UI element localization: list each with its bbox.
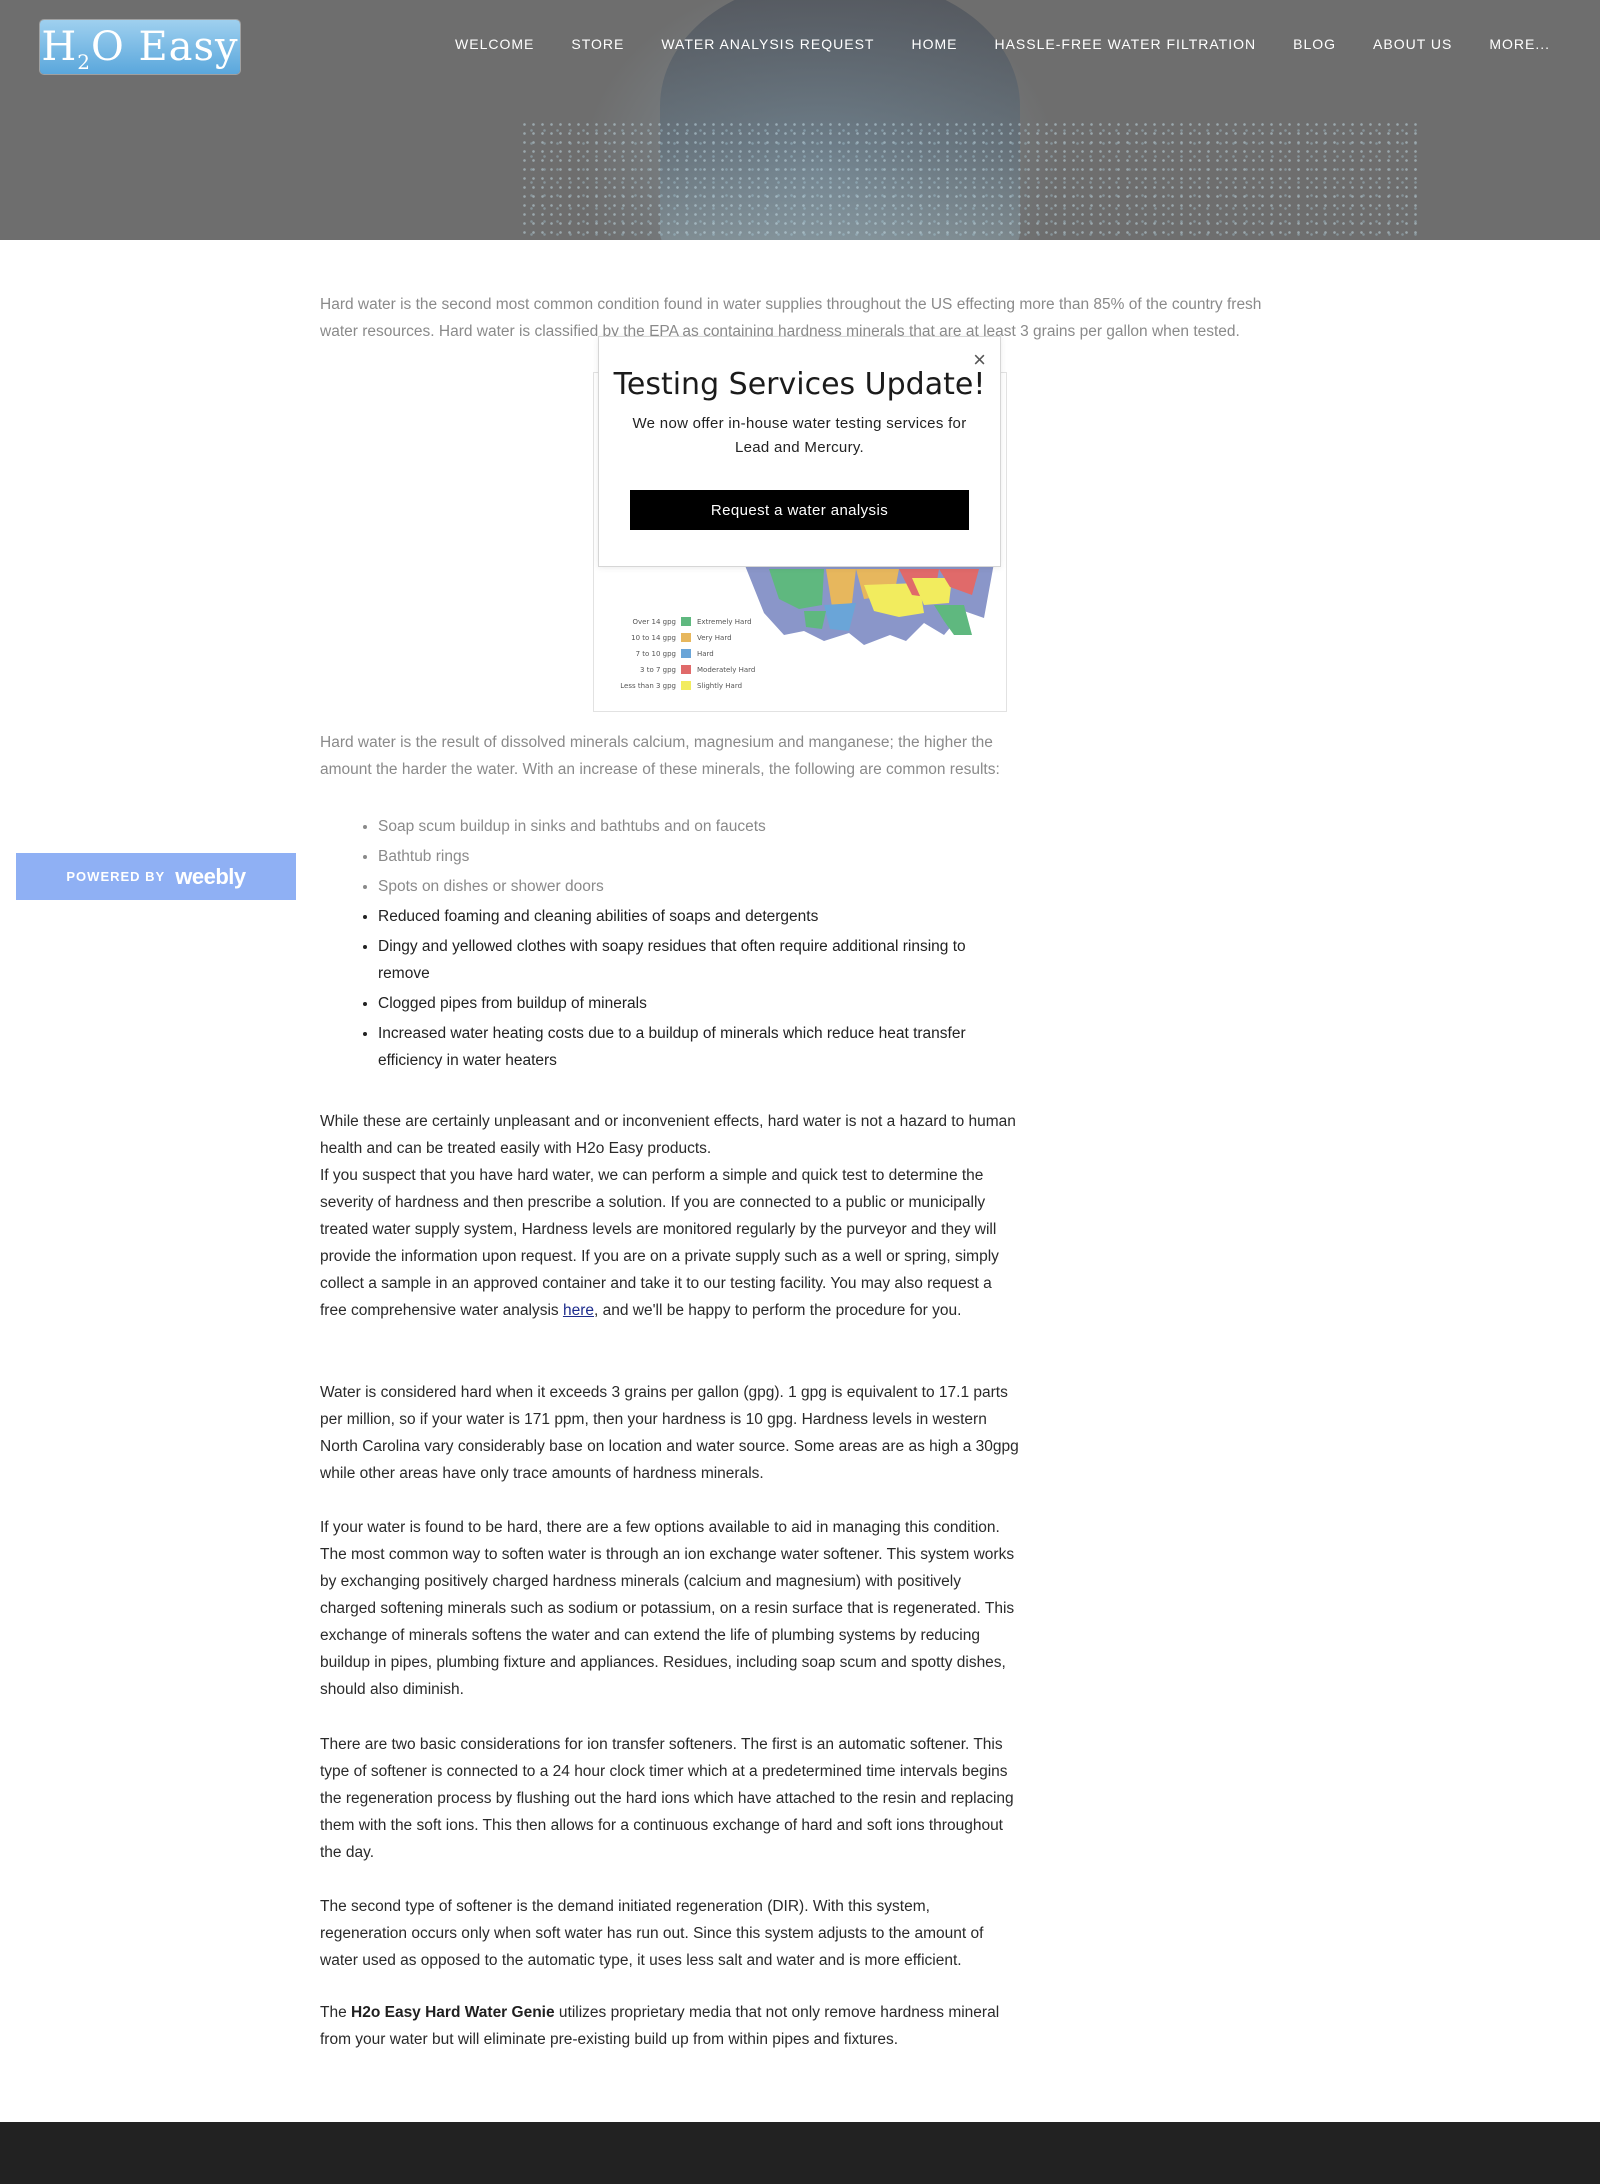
- legend-swatch: [681, 665, 691, 674]
- health-paragraph: While these are certainly unpleasant and…: [320, 1113, 1016, 1157]
- hero-banner: H2O Easy WELCOME STORE WATER ANALYSIS RE…: [0, 0, 1600, 240]
- site-logo[interactable]: H2O Easy: [40, 20, 240, 74]
- nav-home[interactable]: HOME: [911, 36, 957, 52]
- softener-paragraph: If your water is found to be hard, there…: [320, 1519, 1015, 1698]
- legend-swatch: [681, 681, 691, 690]
- list-item: Increased water heating costs due to a b…: [378, 1020, 1018, 1074]
- hard-water-effects-list: Soap scum buildup in sinks and bathtubs …: [358, 813, 1018, 1077]
- popup-message: We now offer in-house water testing serv…: [632, 415, 967, 456]
- weebly-logo: weebly: [175, 863, 246, 889]
- dir-softener-paragraph: The second type of softener is the deman…: [320, 1898, 984, 1969]
- legend-swatch: [681, 617, 691, 626]
- site-footer: [0, 2122, 1600, 2184]
- nav-hassle-free-water-filtration[interactable]: HASSLE-FREE WATER FILTRATION: [994, 36, 1256, 52]
- request-water-analysis-button[interactable]: Request a water analysis: [630, 490, 969, 530]
- testing-services-popup: × Testing Services Update! We now offer …: [598, 336, 1001, 567]
- list-item: Clogged pipes from buildup of minerals: [378, 990, 1018, 1017]
- hero-water-sparkle: [520, 120, 1420, 240]
- nav-about-us[interactable]: ABOUT US: [1373, 36, 1452, 52]
- main-nav: WELCOME STORE WATER ANALYSIS REQUEST HOM…: [455, 36, 1550, 52]
- water-genie-paragraph: The H2o Easy Hard Water Genie utilizes p…: [320, 2004, 1000, 2048]
- nav-welcome[interactable]: WELCOME: [455, 36, 534, 52]
- list-item: Dingy and yellowed clothes with soapy re…: [378, 933, 1018, 987]
- legend-row: 10 to 14 gpg Very Hard: [631, 633, 732, 642]
- popup-title: Testing Services Update!: [613, 367, 986, 402]
- nav-store[interactable]: STORE: [571, 36, 624, 52]
- legend-row: 7 to 10 gpg Hard: [635, 649, 714, 658]
- powered-by-weebly-badge[interactable]: POWERED BY weebly: [16, 853, 296, 900]
- nav-water-analysis-request[interactable]: WATER ANALYSIS REQUEST: [661, 36, 874, 52]
- nav-blog[interactable]: BLOG: [1293, 36, 1336, 52]
- legend-swatch: [681, 633, 691, 642]
- list-item: Reduced foaming and cleaning abilities o…: [378, 903, 1018, 930]
- list-item: Soap scum buildup in sinks and bathtubs …: [378, 813, 1018, 840]
- nav-more[interactable]: MORE...: [1489, 36, 1550, 52]
- analysis-request-link[interactable]: here: [563, 1302, 594, 1319]
- list-item: Bathtub rings: [378, 843, 1018, 870]
- list-item: Spots on dishes or shower doors: [378, 873, 1018, 900]
- legend-row: Less than 3 gpg Slightly Hard: [620, 681, 743, 690]
- automatic-softener-paragraph: There are two basic considerations for i…: [320, 1736, 1014, 1861]
- legend-row: Over 14 gpg Extremely Hard: [632, 617, 752, 626]
- minerals-paragraph: Hard water is the result of dissolved mi…: [320, 734, 1000, 778]
- gpg-paragraph: Water is considered hard when it exceeds…: [320, 1384, 1019, 1482]
- testing-paragraph: If you suspect that you have hard water,…: [320, 1167, 999, 1319]
- legend-swatch: [681, 649, 691, 658]
- product-name: H2o Easy Hard Water Genie: [351, 2004, 555, 2021]
- legend-row: 3 to 7 gpg Moderately Hard: [640, 665, 756, 674]
